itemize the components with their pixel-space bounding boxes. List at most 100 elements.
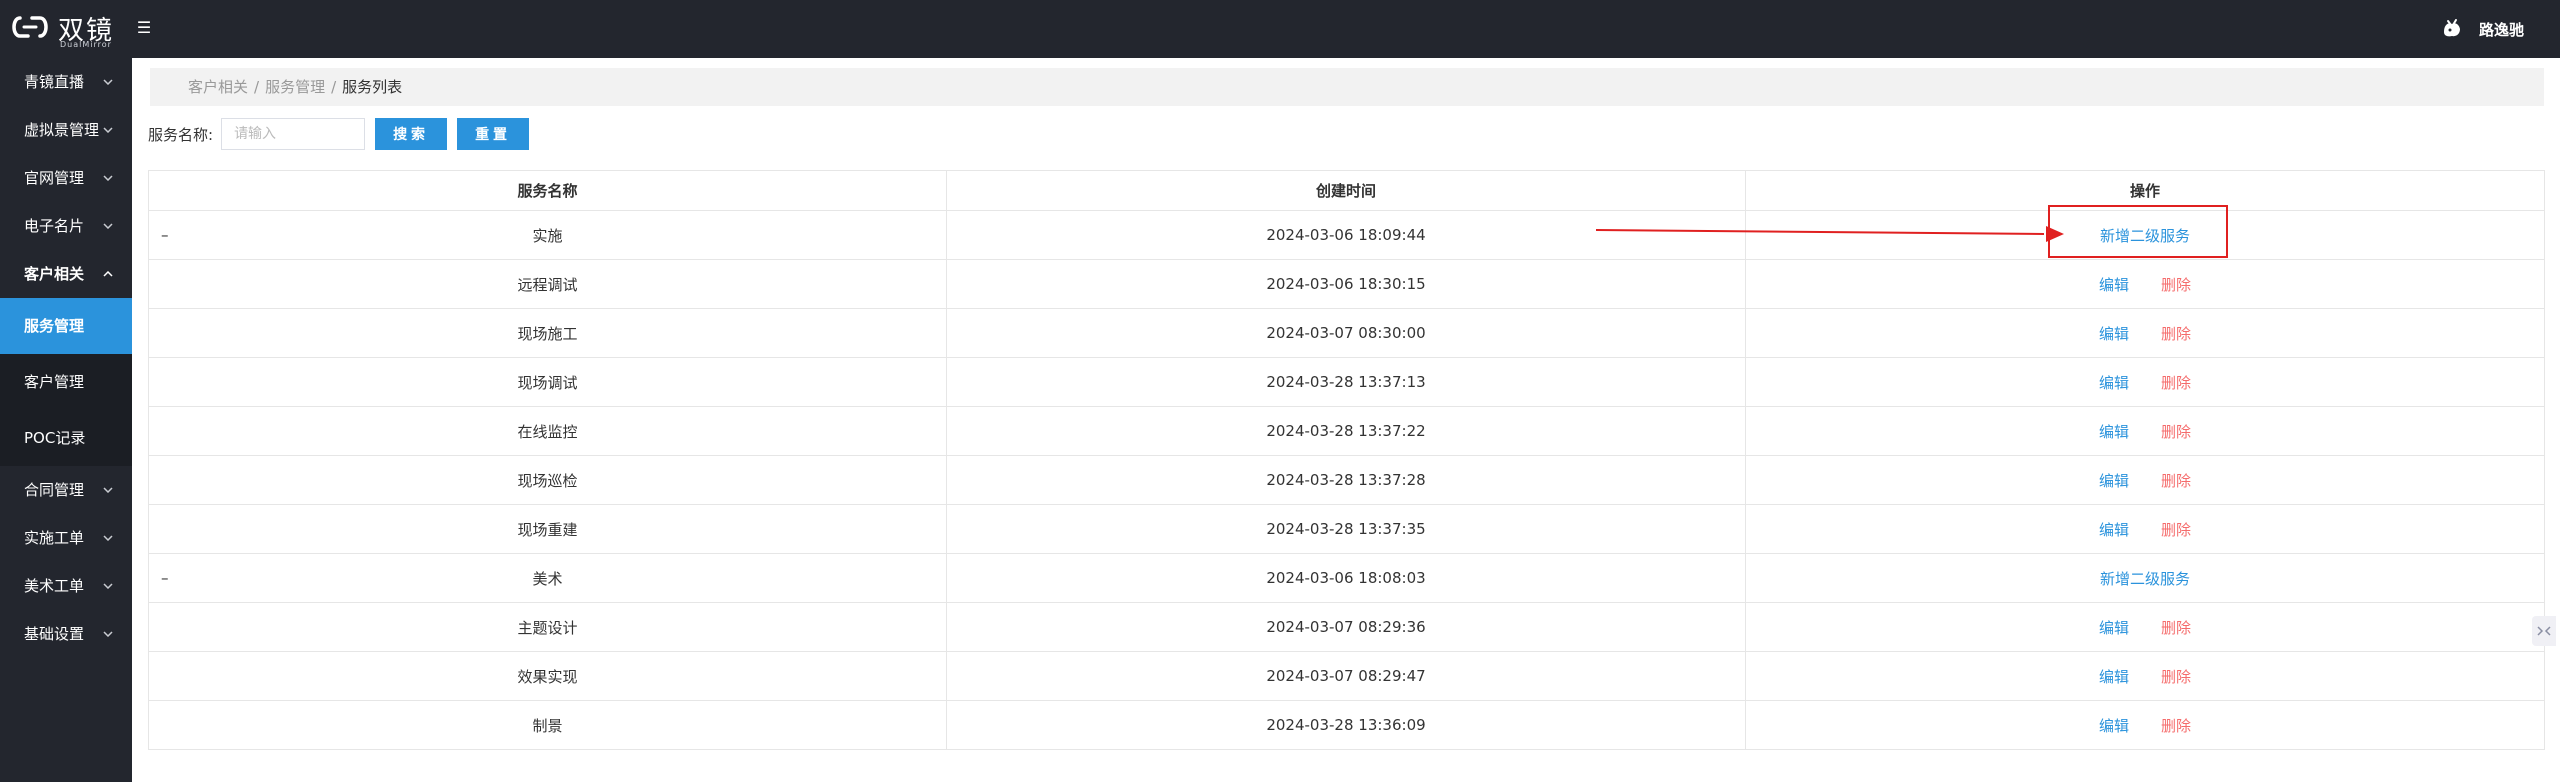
chevron-down-icon (102, 202, 114, 250)
service-name: 美术 (532, 569, 563, 588)
add-sub-service-link[interactable]: 新增二级服务 (2100, 227, 2190, 245)
edit-link[interactable]: 编辑 (2099, 470, 2129, 491)
table-row: 主题设计 2024-03-07 08:29:36 编辑 删除 (148, 602, 2545, 652)
sidebar-item-contracts[interactable]: 合同管理 (0, 466, 132, 514)
actions-cell: 新增二级服务 (1745, 210, 2545, 260)
edit-link[interactable]: 编辑 (2099, 274, 2129, 295)
actions-cell: 编辑 删除 (1745, 455, 2545, 505)
floating-helper-icon[interactable] (2532, 616, 2556, 646)
search-form: 服务名称: 搜索 重置 (148, 118, 530, 150)
breadcrumb: 客户相关 / 服务管理 / 服务列表 (150, 68, 2544, 106)
avatar[interactable] (2438, 16, 2465, 42)
column-header-name: 服务名称 (148, 170, 947, 211)
sidebar: 青镜直播 虚拟景管理 官网管理 电子名片 客户相关 服务管理 客户管理 POC记… (0, 58, 132, 782)
sidebar-item-label: 虚拟景管理 (24, 121, 100, 139)
column-header-actions: 操作 (1745, 170, 2545, 211)
created-time: 2024-03-28 13:37:13 (946, 357, 1746, 407)
service-name: 实施 (532, 226, 563, 245)
created-time: 2024-03-28 13:37:22 (946, 406, 1746, 456)
service-name-cell: – 实施 (148, 210, 947, 260)
delete-link[interactable]: 删除 (2161, 666, 2191, 687)
sidebar-item-poc-records[interactable]: POC记录 (0, 410, 132, 466)
sidebar-item-label: 客户管理 (24, 373, 85, 391)
table-row: 现场施工 2024-03-07 08:30:00 编辑 删除 (148, 308, 2545, 358)
breadcrumb-item[interactable]: 客户相关 (188, 78, 248, 96)
sidebar-item-label: 服务管理 (24, 317, 85, 335)
edit-link[interactable]: 编辑 (2099, 519, 2129, 540)
logo[interactable]: 双镜 DualMirror (10, 10, 120, 50)
service-table: 服务名称 创建时间 操作 – 实施 2024-03-06 18:09:44 新增… (148, 170, 2545, 750)
column-header-time: 创建时间 (946, 170, 1746, 211)
delete-link[interactable]: 删除 (2161, 274, 2191, 295)
created-time: 2024-03-06 18:08:03 (946, 553, 1746, 603)
edit-link[interactable]: 编辑 (2099, 421, 2129, 442)
created-time: 2024-03-06 18:30:15 (946, 259, 1746, 309)
sidebar-item-virtual-scene[interactable]: 虚拟景管理 (0, 106, 132, 154)
table-row: – 实施 2024-03-06 18:09:44 新增二级服务 (148, 210, 2545, 260)
actions-cell: 编辑 删除 (1745, 406, 2545, 456)
breadcrumb-current: 服务列表 (342, 78, 403, 96)
reset-button[interactable]: 重置 (457, 118, 530, 150)
delete-link[interactable]: 删除 (2161, 617, 2191, 638)
chevron-down-icon (102, 106, 114, 154)
sidebar-item-label: 美术工单 (24, 577, 85, 595)
service-name: 主题设计 (148, 602, 947, 652)
sidebar-item-customer-management[interactable]: 客户管理 (0, 354, 132, 410)
actions-cell: 编辑 删除 (1745, 700, 2545, 750)
edit-link[interactable]: 编辑 (2099, 666, 2129, 687)
edit-link[interactable]: 编辑 (2099, 617, 2129, 638)
delete-link[interactable]: 删除 (2161, 323, 2191, 344)
service-name-input[interactable] (221, 118, 366, 150)
table-row: 现场重建 2024-03-28 13:37:35 编辑 删除 (148, 504, 2545, 554)
collapse-toggle[interactable]: – (161, 211, 169, 260)
delete-link[interactable]: 删除 (2161, 421, 2191, 442)
search-label: 服务名称: (148, 125, 214, 144)
logo-mark-icon (12, 16, 48, 38)
actions-cell: 编辑 删除 (1745, 308, 2545, 358)
delete-link[interactable]: 删除 (2161, 715, 2191, 736)
sidebar-item-label: 青镜直播 (24, 73, 85, 91)
created-time: 2024-03-07 08:29:36 (946, 602, 1746, 652)
sidebar-item-label: 官网管理 (24, 169, 85, 187)
sidebar-item-label: POC记录 (24, 429, 86, 447)
table-row: 现场调试 2024-03-28 13:37:13 编辑 删除 (148, 357, 2545, 407)
created-time: 2024-03-28 13:37:35 (946, 504, 1746, 554)
breadcrumb-item[interactable]: 服务管理 (265, 78, 325, 96)
table-row: 制景 2024-03-28 13:36:09 编辑 删除 (148, 700, 2545, 750)
sidebar-item-art-orders[interactable]: 美术工单 (0, 562, 132, 610)
sidebar-item-ecard[interactable]: 电子名片 (0, 202, 132, 250)
actions-cell: 编辑 删除 (1745, 504, 2545, 554)
edit-link[interactable]: 编辑 (2099, 372, 2129, 393)
actions-cell: 编辑 删除 (1745, 651, 2545, 701)
menu-toggle-icon[interactable]: ☰ (134, 18, 154, 38)
edit-link[interactable]: 编辑 (2099, 715, 2129, 736)
user-menu[interactable]: 路逸驰 (2438, 14, 2524, 44)
table-header-row: 服务名称 创建时间 操作 (148, 170, 2545, 211)
chevron-down-icon (102, 610, 114, 658)
sidebar-subnav-customer: 服务管理 客户管理 POC记录 (0, 298, 132, 466)
sidebar-item-customer[interactable]: 客户相关 (0, 250, 132, 298)
actions-cell: 编辑 删除 (1745, 357, 2545, 407)
service-name: 远程调试 (148, 259, 947, 309)
search-button[interactable]: 搜索 (375, 118, 448, 150)
collapse-toggle[interactable]: – (161, 554, 169, 603)
edit-link[interactable]: 编辑 (2099, 323, 2129, 344)
sidebar-item-service-management[interactable]: 服务管理 (0, 298, 132, 354)
service-name: 现场巡检 (148, 455, 947, 505)
sidebar-item-basic-settings[interactable]: 基础设置 (0, 610, 132, 658)
table-row: 远程调试 2024-03-06 18:30:15 编辑 删除 (148, 259, 2545, 309)
user-name[interactable]: 路逸驰 (2479, 19, 2524, 40)
table-row: 现场巡检 2024-03-28 13:37:28 编辑 删除 (148, 455, 2545, 505)
created-time: 2024-03-28 13:36:09 (946, 700, 1746, 750)
created-time: 2024-03-07 08:30:00 (946, 308, 1746, 358)
sidebar-item-label: 基础设置 (24, 625, 85, 643)
delete-link[interactable]: 删除 (2161, 372, 2191, 393)
delete-link[interactable]: 删除 (2161, 470, 2191, 491)
sidebar-item-website[interactable]: 官网管理 (0, 154, 132, 202)
chevron-down-icon (102, 58, 114, 106)
sidebar-item-impl-orders[interactable]: 实施工单 (0, 514, 132, 562)
add-sub-service-link[interactable]: 新增二级服务 (2100, 570, 2190, 588)
sidebar-item-live[interactable]: 青镜直播 (0, 58, 132, 106)
service-name: 制景 (148, 700, 947, 750)
delete-link[interactable]: 删除 (2161, 519, 2191, 540)
